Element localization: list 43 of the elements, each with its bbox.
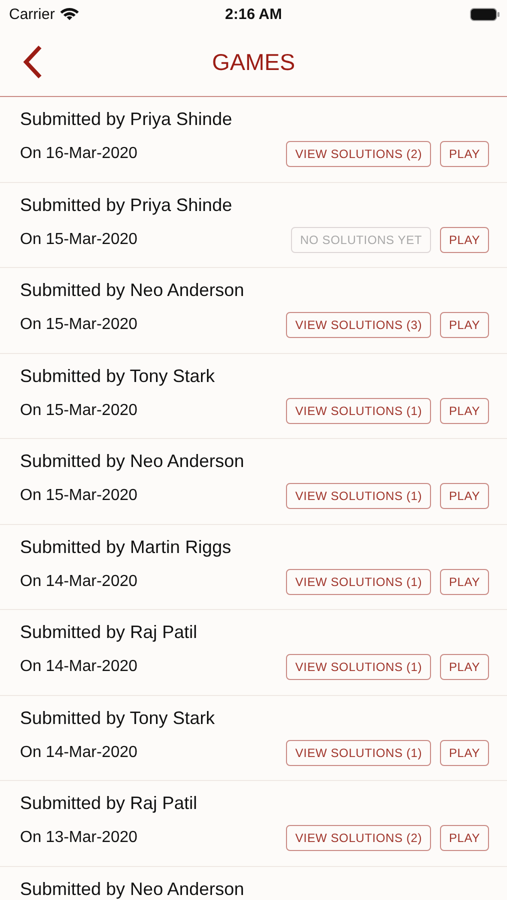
- clock-time: 2:16 AM: [225, 6, 282, 22]
- solutions-button[interactable]: VIEW SOLUTIONS (3): [286, 312, 431, 338]
- solutions-button[interactable]: VIEW SOLUTIONS (2): [286, 141, 431, 167]
- submitter-name: Submitted by Neo Anderson: [20, 878, 246, 900]
- submit-date: On 15-Mar-2020: [20, 487, 138, 505]
- solutions-button[interactable]: VIEW SOLUTIONS (1): [286, 654, 431, 680]
- solutions-button[interactable]: VIEW SOLUTIONS (1): [286, 483, 431, 509]
- submitter-name: Submitted by Martin Riggs: [20, 536, 232, 558]
- submit-date: On 13-Mar-2020: [20, 829, 138, 847]
- submitter-name: Submitted by Neo Anderson: [20, 451, 246, 472]
- submit-date: On 15-Mar-2020: [20, 230, 138, 248]
- solutions-button: NO SOLUTIONS YET: [291, 226, 431, 252]
- submitter-name: Submitted by Tony Stark: [20, 366, 216, 386]
- submitter-name: Submitted by Neo Anderson: [20, 280, 246, 301]
- submit-date: On 14-Mar-2020: [20, 744, 138, 762]
- play-button[interactable]: PLAY: [440, 483, 489, 509]
- page-title: GAMES: [212, 48, 296, 76]
- play-button[interactable]: PLAY: [440, 312, 489, 338]
- play-button[interactable]: PLAY: [440, 141, 489, 167]
- submitter-name: Submitted by Priya Shinde: [20, 194, 234, 216]
- submitter-name: Submitted by Raj Patil: [20, 622, 198, 643]
- play-button[interactable]: PLAY: [440, 568, 489, 594]
- solutions-button[interactable]: VIEW SOLUTIONS (1): [286, 740, 431, 766]
- play-button[interactable]: PLAY: [440, 226, 489, 252]
- solutions-button[interactable]: VIEW SOLUTIONS (1): [286, 398, 431, 424]
- submit-date: On 16-Mar-2020: [20, 145, 138, 163]
- wifi-icon: [60, 8, 79, 20]
- submitter-name: Submitted by Raj Patil: [20, 793, 198, 814]
- submitter-name: Submitted by Tony Stark: [20, 708, 216, 728]
- solutions-button[interactable]: VIEW SOLUTIONS (1): [286, 568, 431, 594]
- play-button[interactable]: PLAY: [440, 398, 489, 424]
- solutions-button[interactable]: VIEW SOLUTIONS (2): [286, 825, 431, 851]
- battery-icon: [470, 8, 500, 20]
- play-button[interactable]: PLAY: [440, 740, 489, 766]
- submit-date: On 15-Mar-2020: [20, 402, 138, 420]
- play-button[interactable]: PLAY: [440, 825, 489, 851]
- submit-date: On 14-Mar-2020: [20, 658, 138, 676]
- carrier-label: Carrier: [9, 6, 55, 22]
- play-button[interactable]: PLAY: [440, 654, 489, 680]
- submitter-name: Submitted by Priya Shinde: [20, 109, 234, 130]
- back-icon[interactable]: [23, 45, 43, 79]
- submit-date: On 15-Mar-2020: [20, 316, 138, 334]
- submit-date: On 14-Mar-2020: [20, 572, 138, 590]
